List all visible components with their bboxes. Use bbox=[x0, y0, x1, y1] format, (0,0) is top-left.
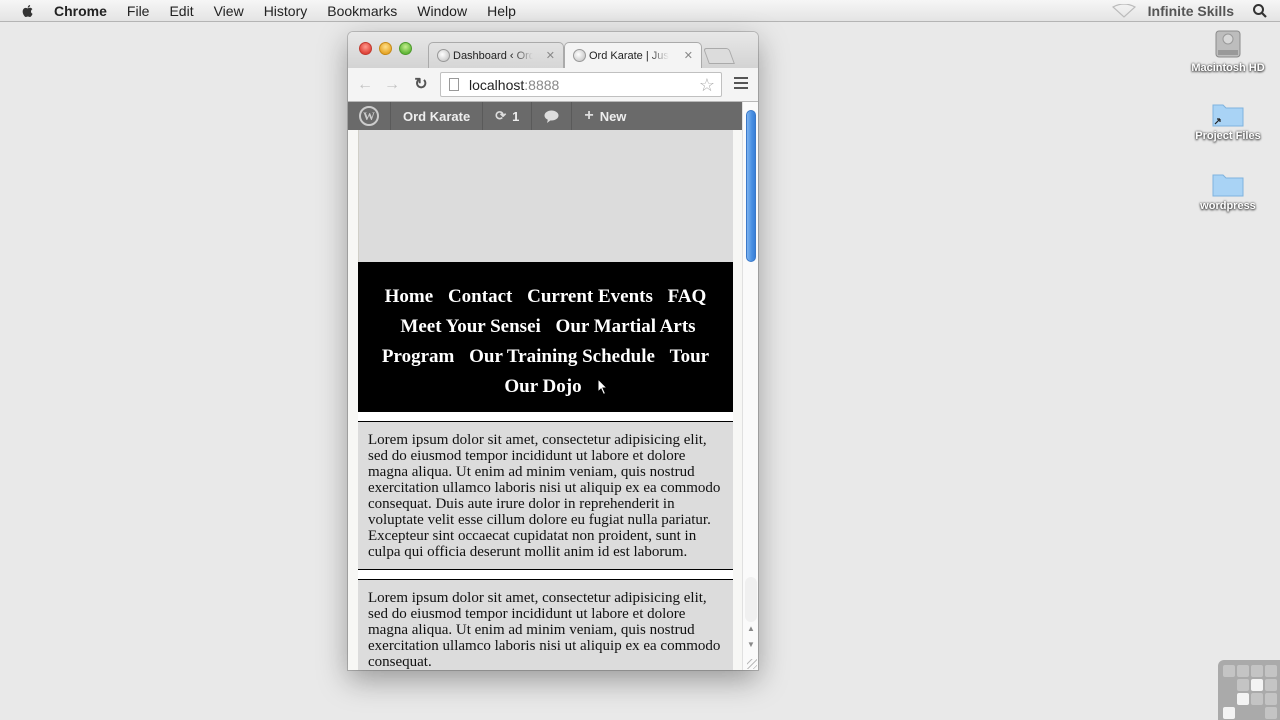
bookmark-star-icon[interactable]: ☆ bbox=[699, 75, 715, 96]
reload-icon[interactable]: ↻ bbox=[412, 76, 430, 94]
menu-edit[interactable]: Edit bbox=[169, 3, 193, 19]
desktop-icon-label: Macintosh HD bbox=[1191, 62, 1265, 74]
mac-menu-bar: Chrome File Edit View History Bookmarks … bbox=[0, 0, 1280, 22]
vertical-scrollbar[interactable]: ▲ ▼ bbox=[742, 102, 758, 670]
grid-cell bbox=[1251, 665, 1263, 677]
grid-cell bbox=[1223, 679, 1235, 691]
corner-grid-widget[interactable] bbox=[1218, 660, 1280, 720]
tab-title: Dashboard ‹ Ord Karate bbox=[453, 49, 533, 62]
nav-link-faq[interactable]: FAQ bbox=[668, 286, 707, 307]
hamburger-menu-icon[interactable] bbox=[734, 77, 748, 91]
forward-arrow-icon[interactable]: → bbox=[383, 76, 401, 94]
new-tab-button[interactable] bbox=[703, 48, 735, 64]
grid-cell bbox=[1223, 665, 1235, 677]
post-content: Lorem ipsum dolor sit amet, consectetur … bbox=[358, 580, 733, 670]
plus-icon: + bbox=[584, 107, 594, 124]
nav-link-meet-your-sensei[interactable]: Meet Your Sensei bbox=[400, 316, 540, 337]
grid-cell bbox=[1265, 693, 1277, 705]
menu-history[interactable]: History bbox=[264, 3, 308, 19]
menu-view[interactable]: View bbox=[214, 3, 244, 19]
hard-drive-icon bbox=[1215, 30, 1241, 58]
url-host: localhost bbox=[469, 76, 525, 93]
wifi-icon[interactable] bbox=[1111, 4, 1136, 18]
globe-favicon-icon bbox=[437, 49, 450, 62]
tab-close-icon[interactable]: ✕ bbox=[546, 49, 555, 62]
apple-menu-icon[interactable] bbox=[20, 3, 36, 19]
updates-count: 1 bbox=[512, 108, 520, 124]
tab-title: Ord Karate | Just another WordPress site bbox=[589, 49, 669, 62]
new-label: New bbox=[599, 108, 627, 124]
menu-help[interactable]: Help bbox=[487, 3, 516, 19]
resize-grip-icon[interactable] bbox=[747, 659, 757, 669]
page-icon bbox=[449, 78, 459, 91]
window-minimize-button[interactable] bbox=[379, 42, 392, 55]
address-bar[interactable]: localhost:8888 ☆ bbox=[440, 72, 722, 97]
grid-cell bbox=[1237, 707, 1249, 719]
site-page: Home Contact Current Events FAQ Meet You… bbox=[358, 130, 733, 670]
main-navigation: Home Contact Current Events FAQ Meet You… bbox=[358, 262, 733, 412]
page-viewport: W Ord Karate ⟳ 1 + New Home Contact Curr… bbox=[348, 102, 758, 670]
grid-cell bbox=[1223, 693, 1235, 705]
grid-cell bbox=[1251, 693, 1263, 705]
desktop-icon-macintosh-hd[interactable]: Macintosh HD bbox=[1188, 28, 1268, 74]
folder-alias-icon bbox=[1212, 104, 1244, 127]
back-arrow-icon[interactable]: ← bbox=[356, 76, 374, 94]
grid-cell bbox=[1265, 707, 1277, 719]
scroll-up-arrow-icon[interactable]: ▲ bbox=[746, 624, 756, 633]
menu-app-chrome[interactable]: Chrome bbox=[54, 3, 107, 19]
wp-admin-bar: W Ord Karate ⟳ 1 + New bbox=[348, 102, 742, 130]
separator bbox=[358, 570, 733, 580]
tab-dashboard[interactable]: Dashboard ‹ Ord Karate ✕ bbox=[428, 42, 564, 68]
chrome-window: Dashboard ‹ Ord Karate ✕ Ord Karate | Ju… bbox=[348, 32, 758, 670]
header-image-placeholder bbox=[358, 130, 733, 262]
scroll-down-arrow-icon[interactable]: ▼ bbox=[746, 640, 756, 649]
grid-cell bbox=[1265, 679, 1277, 691]
scrollbar-thumb[interactable] bbox=[746, 110, 756, 262]
grid-cell bbox=[1223, 707, 1235, 719]
menu-window[interactable]: Window bbox=[417, 3, 467, 19]
desktop-icon-label: wordpress bbox=[1200, 200, 1256, 212]
grid-cell bbox=[1237, 693, 1249, 705]
admin-bar-updates[interactable]: ⟳ 1 bbox=[483, 102, 533, 130]
nav-link-current-events[interactable]: Current Events bbox=[527, 286, 653, 307]
window-zoom-button[interactable] bbox=[399, 42, 412, 55]
admin-bar-new[interactable]: + New bbox=[572, 102, 638, 130]
grid-cell bbox=[1265, 665, 1277, 677]
user-account-menu[interactable]: Infinite Skills bbox=[1148, 3, 1234, 19]
browser-toolbar: ← → ↻ localhost:8888 ☆ bbox=[348, 68, 758, 102]
grid-cell bbox=[1251, 679, 1263, 691]
scrollbar-track bbox=[745, 577, 757, 622]
nav-link-home[interactable]: Home bbox=[385, 286, 434, 307]
comment-bubble-icon bbox=[544, 110, 559, 123]
desktop-icon-wordpress[interactable]: wordpress bbox=[1188, 170, 1268, 212]
url-port: :8888 bbox=[524, 76, 560, 93]
nav-link-contact[interactable]: Contact bbox=[448, 286, 512, 307]
spotlight-search-icon[interactable] bbox=[1252, 3, 1268, 19]
menu-bookmarks[interactable]: Bookmarks bbox=[327, 3, 397, 19]
tab-ord-karate[interactable]: Ord Karate | Just another WordPress site… bbox=[564, 42, 702, 68]
menu-file[interactable]: File bbox=[127, 3, 150, 19]
nav-link-training-schedule[interactable]: Our Training Schedule bbox=[469, 346, 655, 367]
wordpress-logo-icon: W bbox=[359, 106, 379, 126]
admin-bar-comments[interactable] bbox=[532, 102, 573, 130]
grid-cell bbox=[1237, 679, 1249, 691]
desktop-icon-label: Project Files bbox=[1195, 130, 1261, 142]
folder-icon bbox=[1212, 174, 1244, 197]
globe-favicon-icon bbox=[573, 49, 586, 62]
grid-cell bbox=[1237, 665, 1249, 677]
tab-strip: Dashboard ‹ Ord Karate ✕ Ord Karate | Ju… bbox=[348, 32, 758, 68]
grid-cell bbox=[1251, 707, 1263, 719]
wp-logo-menu[interactable]: W bbox=[348, 102, 391, 130]
post-content: Lorem ipsum dolor sit amet, consectetur … bbox=[358, 422, 733, 570]
mouse-cursor-icon bbox=[597, 378, 609, 396]
desktop-icon-project-files[interactable]: Project Files bbox=[1188, 100, 1268, 142]
refresh-icon: ⟳ bbox=[495, 108, 507, 123]
window-close-button[interactable] bbox=[359, 42, 372, 55]
admin-bar-site-name[interactable]: Ord Karate bbox=[391, 102, 484, 130]
separator bbox=[358, 412, 733, 422]
tab-close-icon[interactable]: ✕ bbox=[684, 49, 693, 62]
